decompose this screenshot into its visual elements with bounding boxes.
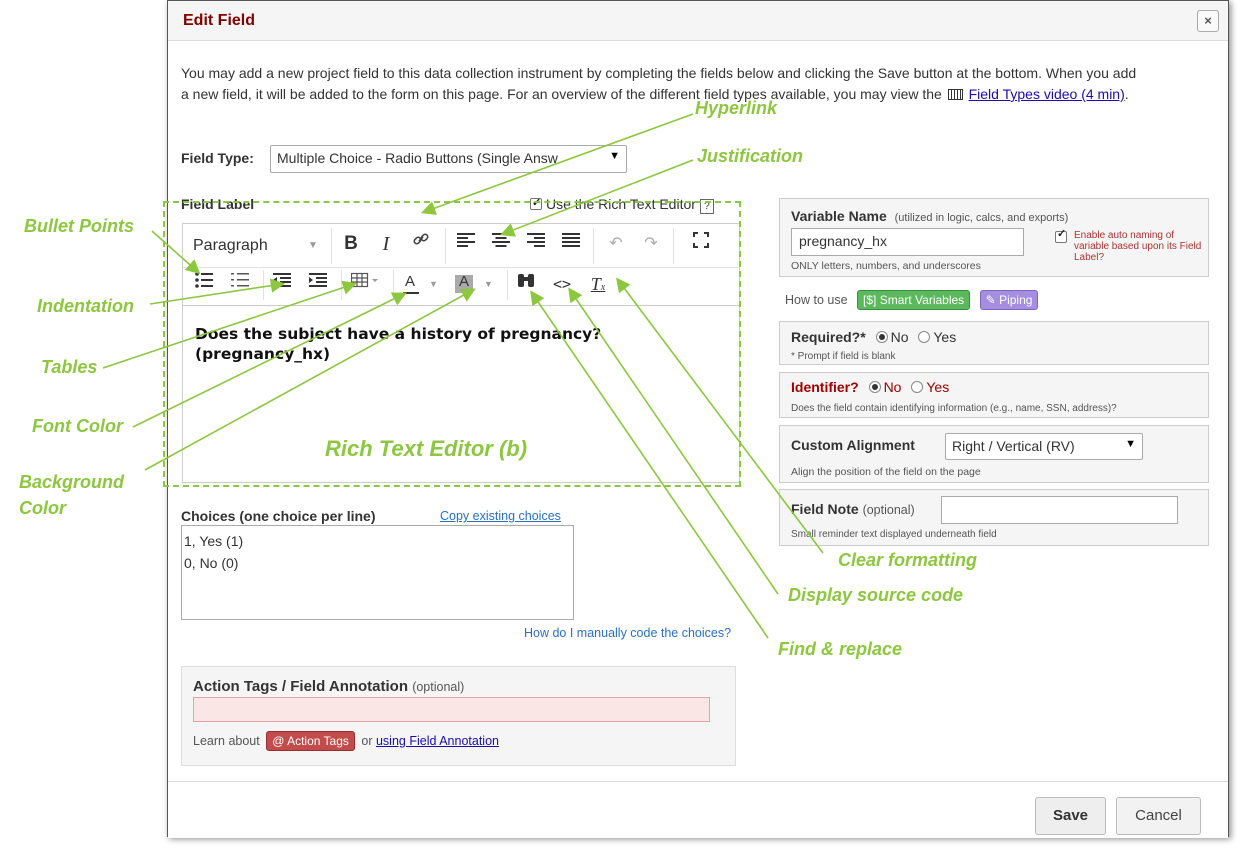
smart-variables-button[interactable]: [$] Smart Variables [857, 290, 971, 310]
annotation-indentation: Indentation [37, 296, 134, 316]
copy-choices-link[interactable]: Copy existing choices [440, 509, 561, 523]
action-tags-title: Action Tags / Field Annotation (optional… [193, 678, 464, 695]
auto-naming-toggle[interactable]: Enable auto naming of variable based upo… [1055, 229, 1205, 263]
action-tags-input[interactable] [193, 697, 710, 722]
field-note-input[interactable] [941, 496, 1178, 524]
required-no-label: No [890, 329, 909, 345]
how-to-use-label: How to use [785, 293, 848, 307]
identifier-note: Does the field contain identifying infor… [791, 403, 1117, 414]
identifier-no-radio[interactable] [868, 381, 881, 393]
learn-about-prefix: Learn about [193, 734, 260, 748]
annotation-display-source-code: Display source code [788, 585, 964, 605]
custom-alignment-select[interactable]: Right / Vertical (RV) ▼ [945, 433, 1143, 460]
annotation-bullet-points: Bullet Points [24, 216, 135, 236]
annotation-background-color-line-2: Color [19, 498, 66, 518]
custom-alignment-panel: Custom Alignment Right / Vertical (RV) ▼… [779, 425, 1209, 483]
chevron-down-icon: ▼ [609, 150, 620, 162]
required-panel: Required?* No Yes * Prompt if field is b… [779, 321, 1209, 365]
choices-textarea[interactable]: 1, Yes (1) 0, No (0) [181, 525, 574, 620]
field-type-value: Multiple Choice - Radio Buttons (Single … [277, 150, 558, 166]
save-button[interactable]: Save [1035, 797, 1106, 835]
dialog-footer: Save Cancel [168, 781, 1228, 838]
action-tags-title-b: Field Annotation [290, 678, 409, 695]
required-yes-label: Yes [933, 329, 957, 345]
field-type-label: Field Type: [181, 150, 254, 166]
annotation-clear-formatting: Clear formatting [838, 550, 978, 570]
variable-name-panel: Variable Name (utilized in logic, calcs,… [779, 198, 1209, 277]
variable-name-title-text: Variable Name [791, 208, 887, 224]
identifier-panel: Identifier? No Yes Does the field contai… [779, 372, 1209, 418]
action-tags-title-sep: / [277, 678, 291, 695]
action-tags-optional: (optional) [412, 680, 465, 694]
intro-text-end: . [1124, 86, 1129, 102]
custom-alignment-value: Right / Vertical (RV) [952, 438, 1075, 454]
custom-alignment-note: Align the position of the field on the p… [791, 466, 981, 478]
variable-name-note: ONLY letters, numbers, and underscores [791, 260, 981, 272]
how-to-use: How to use [$] Smart Variables ✎ Piping [785, 290, 1039, 310]
annotation-find-replace: Find & replace [778, 639, 903, 659]
dialog-titlebar: Edit Field × [168, 1, 1228, 41]
required-title: Required?* [791, 329, 866, 345]
annotation-font-color: Font Color [32, 416, 123, 436]
required-row: Required?* No Yes [791, 329, 956, 345]
identifier-yes-radio[interactable] [911, 381, 924, 393]
identifier-yes-label: Yes [926, 379, 950, 395]
piping-label: Piping [999, 293, 1033, 307]
annotation-tables: Tables [41, 357, 98, 377]
field-annotation-link[interactable]: using Field Annotation [376, 734, 499, 748]
required-options: No Yes [870, 329, 957, 345]
choice-line: 0, No (0) [184, 555, 239, 571]
action-tags-button[interactable]: @ Action Tags [266, 731, 355, 751]
auto-naming-label: Enable auto naming of variable based upo… [1074, 230, 1202, 263]
annotation-background-color-line-1: Background [19, 472, 125, 492]
action-tags-title-a: Action Tags [193, 678, 278, 695]
required-no-radio[interactable] [875, 331, 888, 343]
dialog-title: Edit Field [183, 12, 255, 29]
identifier-title: Identifier? [791, 379, 859, 395]
identifier-no-label: No [883, 379, 902, 395]
field-note-panel: Field Note (optional) Small reminder tex… [779, 489, 1209, 546]
chevron-down-icon: ▼ [1125, 438, 1136, 450]
variable-name-title: Variable Name (utilized in logic, calcs,… [791, 208, 1068, 224]
annotation-rich-text-editor: Rich Text Editor (b) [325, 436, 528, 461]
learn-about: Learn about @ Action Tags or using Field… [193, 731, 499, 751]
close-button[interactable]: × [1197, 10, 1219, 32]
required-note: * Prompt if field is blank [791, 351, 896, 362]
required-yes-radio[interactable] [918, 331, 931, 343]
piping-button[interactable]: ✎ Piping [979, 290, 1039, 310]
film-icon [947, 89, 963, 100]
field-note-title: Field Note (optional) [791, 501, 915, 517]
choice-line: 1, Yes (1) [184, 533, 244, 549]
annotation-justification: Justification [697, 146, 804, 166]
custom-alignment-title: Custom Alignment [791, 437, 915, 453]
annotation-hyperlink: Hyperlink [695, 98, 778, 118]
identifier-row: Identifier? No Yes [791, 379, 949, 395]
learn-about-or: or [361, 734, 373, 748]
variable-name-hint: (utilized in logic, calcs, and exports) [894, 212, 1069, 224]
field-type-select[interactable]: Multiple Choice - Radio Buttons (Single … [270, 145, 627, 173]
field-note-note: Small reminder text displayed underneath… [791, 529, 997, 540]
pencil-icon: ✎ [985, 293, 996, 307]
choices-label: Choices (one choice per line) [181, 508, 376, 524]
cancel-button[interactable]: Cancel [1116, 797, 1201, 835]
manual-code-link[interactable]: How do I manually code the choices? [524, 626, 731, 640]
field-types-video-link[interactable]: Field Types video (4 min) [969, 86, 1125, 102]
annotation-background-color: Background Color [19, 469, 124, 521]
field-note-title-text: Field Note [791, 501, 859, 517]
identifier-options: No Yes [863, 379, 950, 395]
intro-text: You may add a new project field to this … [181, 63, 1141, 105]
auto-naming-checkbox[interactable] [1055, 229, 1067, 243]
field-note-optional: (optional) [862, 503, 915, 517]
variable-name-input[interactable]: pregnancy_hx [791, 228, 1024, 256]
action-tags-panel: Action Tags / Field Annotation (optional… [181, 666, 736, 766]
